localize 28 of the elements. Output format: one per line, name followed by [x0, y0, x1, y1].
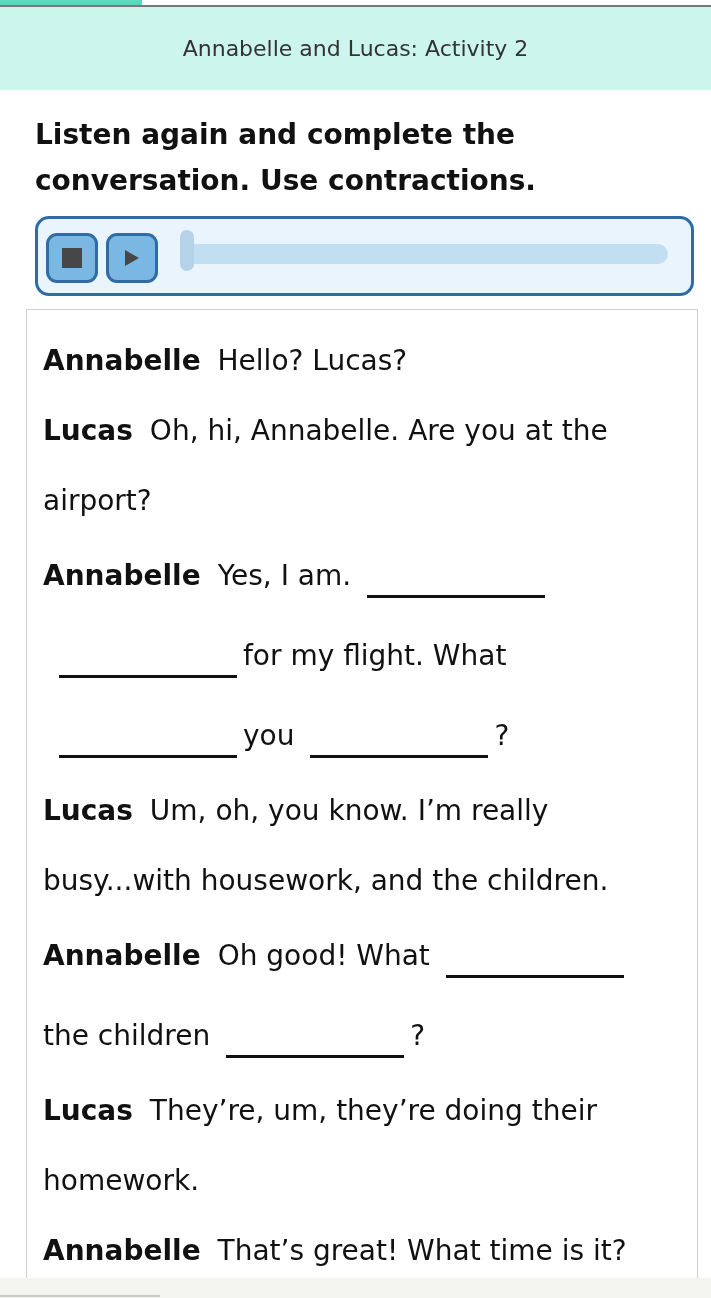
dialogue-text: ?	[410, 1019, 426, 1052]
fill-in-line[interactable]	[226, 1055, 405, 1058]
stop-button[interactable]	[46, 233, 98, 283]
dialogue-line: Lucas Oh, hi, Annabelle. Are you at the airport?	[43, 414, 608, 517]
instruction-text: Listen again and complete the conversation. Use contractions.	[35, 117, 537, 199]
dialogue-text: for my flight. What	[243, 639, 507, 672]
dialogue-text: the children	[43, 1019, 211, 1052]
dialogue-text: Yes, I am.	[217, 559, 352, 592]
fill-in-line[interactable]	[310, 755, 489, 758]
dialogue-line: Annabelle That’s great! What time is it?	[43, 1234, 627, 1267]
activity-title: Annabelle and Lucas: Activity 2	[182, 36, 529, 61]
play-icon	[125, 250, 139, 266]
slider-thumb[interactable]	[180, 230, 194, 271]
dialogue-text: ?	[494, 719, 510, 752]
dialogue-line: Lucas They’re, um, they’re doing their homework.	[43, 1094, 597, 1197]
dialogue-line: Lucas Um, oh, you know. I’m really busy...with housework, and the children.	[43, 794, 609, 897]
fill-in-line[interactable]	[59, 755, 237, 758]
fill-in-line[interactable]	[445, 975, 624, 978]
dialogue-text: Oh good! What	[217, 939, 430, 972]
seek-slider[interactable]	[180, 230, 668, 271]
fill-in-line[interactable]	[59, 675, 237, 678]
dialogue-text: you	[243, 719, 295, 752]
speaker-name: Annabelle	[43, 559, 201, 592]
fill-in-line[interactable]	[367, 595, 546, 598]
play-button[interactable]	[106, 233, 158, 283]
dialogue-line: Annabelle Hello? Lucas?	[43, 344, 408, 377]
speaker-name: Annabelle	[43, 939, 201, 972]
stop-icon	[62, 248, 82, 268]
